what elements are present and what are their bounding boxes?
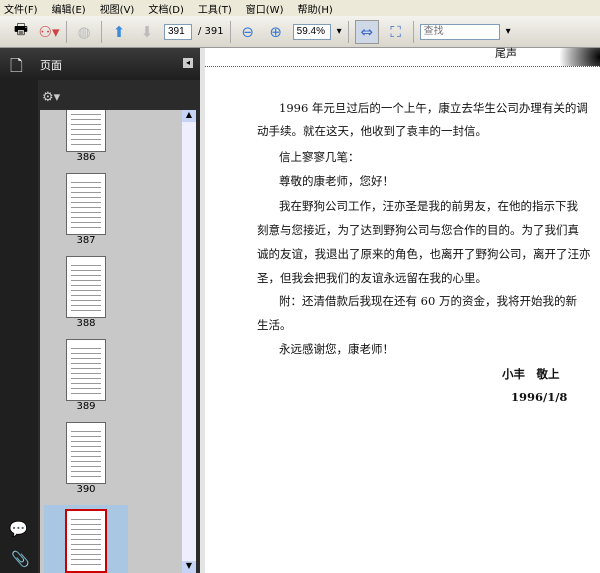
thumbnail-label: 388 — [76, 318, 96, 329]
search-input[interactable] — [419, 23, 500, 40]
menu-tools[interactable]: 工具(T) — [198, 1, 232, 16]
zoom-dropdown-icon[interactable]: ▾ — [337, 26, 342, 37]
pages-panel-header: 🗋 页面 ◂ — [0, 48, 200, 80]
document-line: 信上寥寥几笔： — [279, 150, 360, 164]
separator — [229, 20, 231, 43]
page-total: / 391 — [198, 26, 224, 37]
document-line: 我在野狗公司工作，汪亦圣是我的前男友，在他的指示下我 — [279, 199, 578, 213]
collaborate-icon[interactable]: ◍ — [73, 21, 95, 43]
document-line: 诚的友谊，我退出了原来的角色，也离开了野狗公司，离开了汪亦 — [257, 247, 591, 261]
thumbnail-list: 386 387 388 389 390 391 — [40, 110, 182, 573]
thumbnail-label: 389 — [76, 401, 96, 412]
separator — [66, 20, 67, 43]
running-header: 尾声 — [495, 47, 517, 60]
menu-view[interactable]: 视图(V) — [100, 1, 135, 16]
menu-file[interactable]: 文件(F) — [4, 1, 38, 16]
pages-icon[interactable]: 🗋 — [10, 55, 23, 82]
print-icon[interactable]: 🖶 — [10, 20, 32, 43]
separator — [101, 20, 102, 43]
scrollbar[interactable]: ▲ ▼ — [182, 110, 196, 573]
search-dropdown-icon[interactable]: ▾ — [506, 26, 511, 37]
page-thumbnail[interactable]: 386 — [40, 110, 157, 163]
thumbnail-image — [66, 339, 106, 401]
page-thumbnail[interactable]: 389 — [40, 339, 157, 412]
page-number-input[interactable] — [164, 23, 192, 40]
page-thumbnail[interactable]: 387 — [40, 173, 157, 246]
fit-width-icon[interactable]: ⇔ — [354, 19, 379, 44]
header-rule — [205, 66, 600, 67]
options-gear-icon[interactable]: ⚙▾ — [42, 90, 60, 105]
menu-edit[interactable]: 编辑(E) — [52, 1, 86, 16]
signature: 小丰 敬上 — [502, 367, 560, 381]
thumbnail-image — [66, 422, 106, 484]
thumbnail-image — [66, 256, 106, 318]
page-corner-image — [560, 48, 600, 66]
document-line: 1996 年元旦过后的一个上午，康立去华生公司办理有关的调 — [279, 101, 588, 115]
thumbnail-label: 390 — [76, 484, 96, 495]
document-line: 圣，但我会把我们的友谊永远留在我的心里。 — [257, 271, 487, 285]
menu-help[interactable]: 帮助(H) — [297, 1, 332, 16]
fit-page-icon[interactable]: ⛶ — [385, 21, 407, 43]
page-thumbnail[interactable]: 390 — [40, 422, 157, 495]
page-thumbnail[interactable]: 391 — [44, 505, 128, 573]
thumbnail-label: 387 — [76, 235, 96, 246]
document-line: 尊敬的康老师，您好！ — [279, 174, 394, 188]
zoom-in-icon[interactable]: ⊕ — [265, 21, 287, 43]
separator — [347, 20, 349, 43]
side-strip: 💬 📎 — [0, 80, 38, 573]
prev-page-icon[interactable]: ⬆ — [108, 21, 130, 43]
document-line: 刻意与您接近，为了达到野狗公司与您合作的目的。为了我们真 — [257, 223, 579, 237]
pages-panel-title: 页面 — [40, 59, 62, 72]
thumbnail-label: 386 — [76, 152, 96, 163]
thumbnail-image — [65, 509, 107, 573]
separator — [412, 20, 414, 43]
menu-document[interactable]: 文档(D) — [148, 1, 184, 16]
share-icon[interactable]: ⚇▾ — [38, 21, 60, 43]
attachments-icon[interactable]: 📎 — [11, 550, 30, 568]
page-thumbnail[interactable]: 388 — [40, 256, 157, 329]
menu-bar: 文件(F) 编辑(E) 视图(V) 文档(D) 工具(T) 窗口(W) 帮助(H… — [0, 0, 600, 16]
thumbnail-image — [66, 110, 106, 152]
document-line: 永远感谢您，康老师！ — [279, 342, 394, 356]
date: 1996/1/8 — [511, 390, 568, 404]
navigation-pane: 🗋 页面 ◂ 💬 📎 ⚙▾ 386 387 388 389 390 391 ▲ ▼ — [0, 48, 200, 573]
thumbnail-image — [66, 173, 106, 235]
document-page: 尾声 1996 年元旦过后的一个上午，康立去华生公司办理有关的调动手续。就在这天… — [205, 47, 600, 573]
document-line: 动手续。就在这天，他收到了袁丰的一封信。 — [257, 124, 487, 138]
zoom-out-icon[interactable]: ⊖ — [237, 21, 259, 43]
next-page-icon[interactable]: ⬇ — [136, 21, 158, 43]
collapse-panel-button[interactable]: ◂ — [183, 58, 193, 68]
menu-window[interactable]: 窗口(W) — [246, 1, 284, 16]
zoom-input[interactable] — [292, 23, 331, 40]
toolbar: 🖶 ⚇▾ ◍ ⬆ ⬇ / 391 ⊖ ⊕ ▾ ⇔ ⛶ ▾ — [0, 16, 600, 48]
document-line: 附：还清借款后我现在还有 60 万的资金，我将开始我的新 — [279, 294, 577, 308]
comments-icon[interactable]: 💬 — [9, 520, 28, 538]
document-line: 生活。 — [257, 318, 292, 332]
